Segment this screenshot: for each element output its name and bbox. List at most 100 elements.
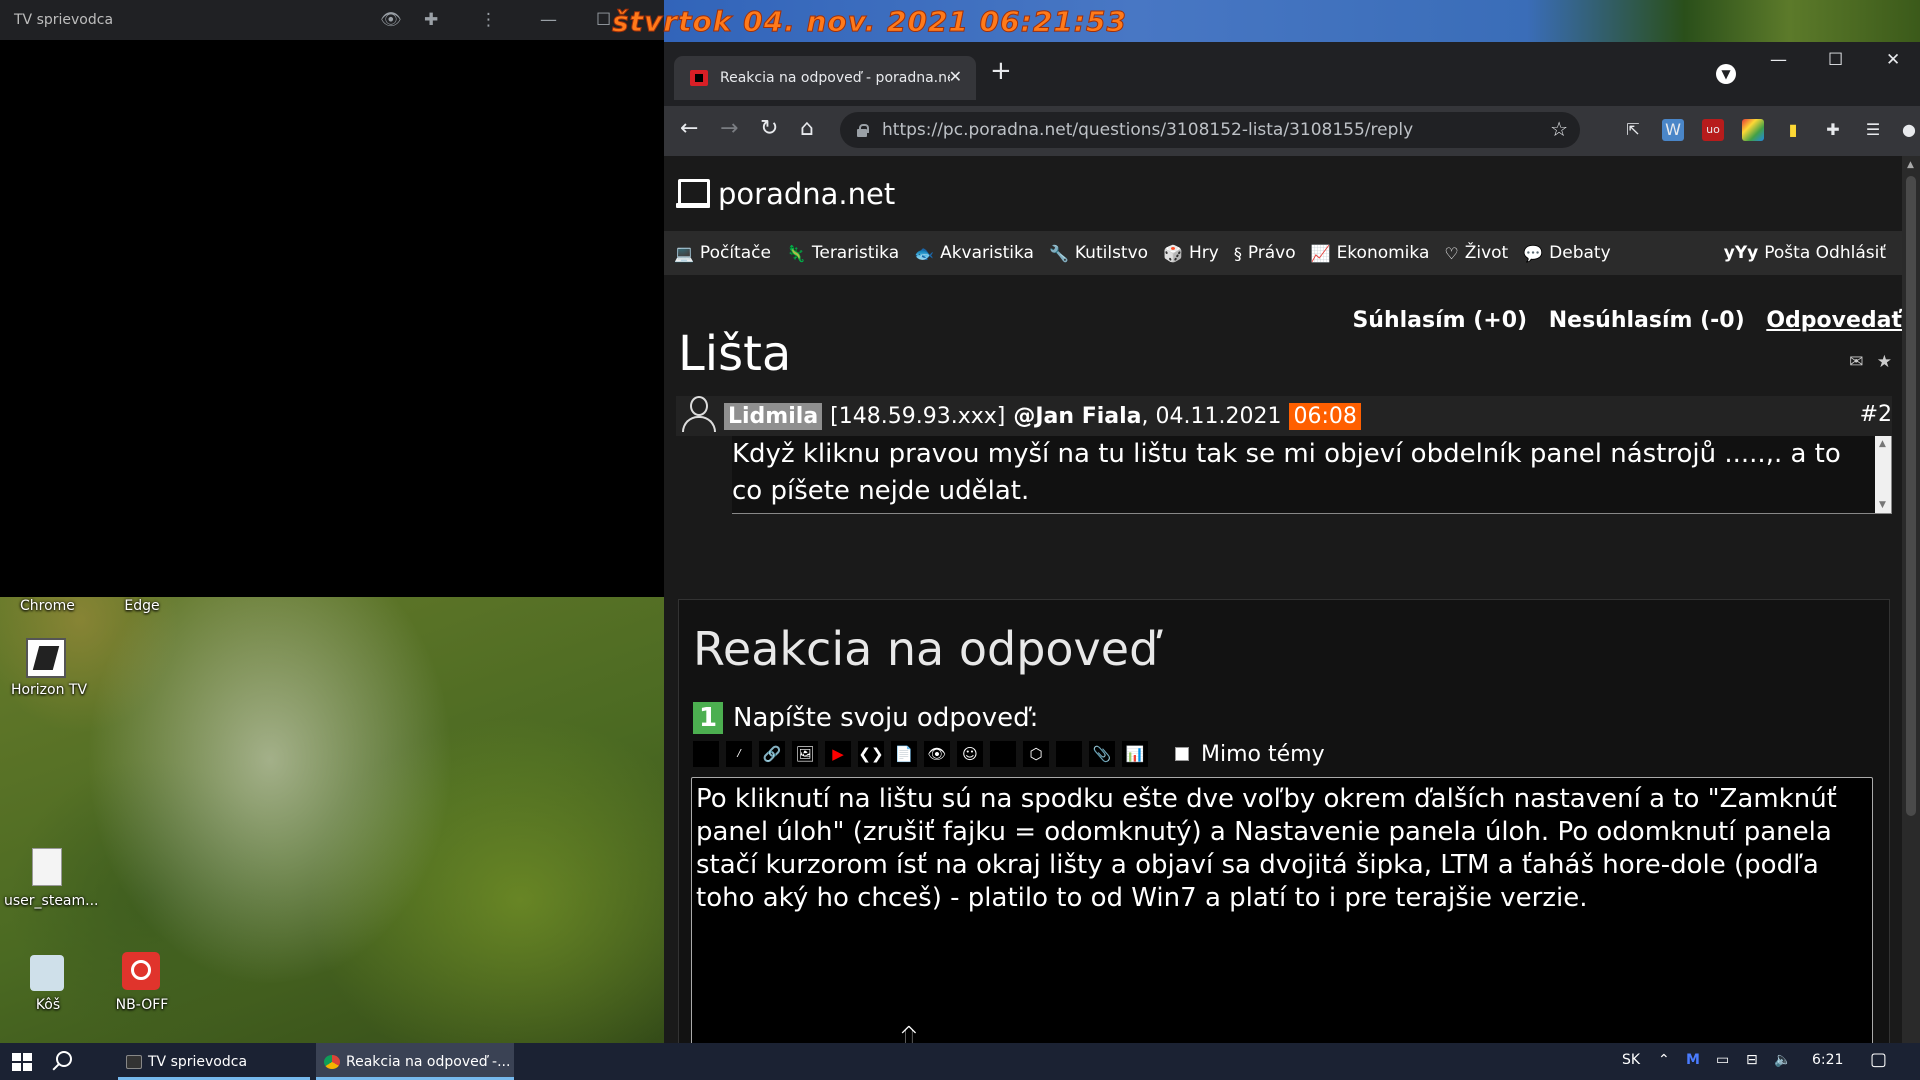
windows-start-icon[interactable]	[12, 1053, 32, 1071]
nav-item-kutilstvo[interactable]: 🔧 Kutilstvo	[1049, 243, 1148, 263]
avatar[interactable]	[676, 392, 724, 440]
horizon-tv-icon[interactable]	[26, 638, 66, 678]
maximize-icon[interactable]: ☐	[1828, 50, 1843, 70]
browser-window[interactable]: Reakcia na odpoveď - poradna.net ✕ + ▼ —…	[664, 42, 1920, 1043]
search-icon[interactable]	[56, 1051, 72, 1067]
smiley-icon[interactable]: ☺	[957, 741, 983, 767]
image-icon[interactable]: 🖼	[792, 741, 818, 767]
menu-dots-icon[interactable]: ⋮	[480, 10, 497, 30]
reply-to-user[interactable]: @Jan Fiala	[1013, 404, 1141, 429]
new-tab-button[interactable]: +	[990, 56, 1012, 86]
page-scrollbar[interactable]: ▲	[1902, 156, 1920, 1043]
close-window-icon[interactable]: ✕	[1886, 50, 1900, 70]
cube-icon[interactable]: ⬡	[1023, 741, 1049, 767]
disagree-button[interactable]: Nesúhlasím (-0)	[1549, 308, 1745, 333]
scroll-up-icon[interactable]: ▲	[1907, 160, 1914, 170]
bookmark-extension-icon[interactable]: ▮	[1782, 119, 1804, 141]
tab-active[interactable]: Reakcia na odpoveď - poradna.net ✕	[674, 56, 976, 100]
text-file-icon[interactable]	[32, 848, 62, 886]
italic-icon[interactable]: /	[726, 741, 752, 767]
minimize-icon[interactable]: —	[1770, 50, 1787, 70]
profile-download-icon[interactable]: ▼	[1716, 64, 1736, 84]
nav-item-debaty[interactable]: 💬 Debaty	[1523, 243, 1610, 263]
desktop-horizon-label[interactable]: Horizon TV	[6, 682, 92, 698]
eye-icon[interactable]: 👁	[380, 10, 402, 30]
nav-item-hry[interactable]: 🎲 Hry	[1163, 243, 1219, 263]
logout-link[interactable]: Odhlásiť	[1816, 243, 1886, 263]
minimize-icon[interactable]: —	[540, 10, 557, 30]
agree-button[interactable]: Súhlasím (+0)	[1352, 308, 1527, 333]
nav-item-pocitace[interactable]: 💻 Počítače	[674, 243, 771, 263]
color-picker-icon[interactable]	[1742, 119, 1764, 141]
desktop-chrome-label[interactable]: Chrome	[20, 598, 75, 614]
taskbar-item-tv-guide[interactable]: TV sprievodca	[118, 1043, 310, 1080]
offtopic-option[interactable]: Mimo témy	[1175, 742, 1325, 767]
attachment-icon[interactable]: 📎	[1089, 741, 1115, 767]
back-icon[interactable]: ←	[680, 116, 698, 141]
nav-item-pravo[interactable]: § Právo	[1234, 243, 1296, 263]
profile-icon[interactable]: ●	[1898, 119, 1920, 141]
power-off-icon[interactable]	[122, 952, 160, 990]
address-bar[interactable]: https://pc.poradna.net/questions/3108152…	[840, 112, 1580, 148]
desktop-edge-label[interactable]: Edge	[118, 598, 166, 614]
poll-chart-icon[interactable]: 📊	[1122, 741, 1148, 767]
forward-icon[interactable]: →	[720, 116, 738, 141]
favorite-star-icon[interactable]: ★	[1877, 352, 1892, 372]
document-icon[interactable]: 📄	[891, 741, 917, 767]
recycle-bin-icon[interactable]	[30, 955, 64, 991]
network-icon[interactable]: ⊟	[1746, 1052, 1758, 1068]
link-icon[interactable]: 🔗	[759, 741, 785, 767]
reply-textarea[interactable]: Po kliknutí na lištu sú na spodku ešte d…	[691, 777, 1873, 1043]
reply-link[interactable]: Odpovedať	[1766, 308, 1902, 333]
code-icon[interactable]: ❮❯	[858, 741, 884, 767]
blank-button[interactable]	[1056, 741, 1082, 767]
tv-guide-window[interactable]: TV sprievodca 👁 ✚ ⋮ — ☐	[0, 0, 664, 597]
youtube-icon[interactable]: ▶	[825, 741, 851, 767]
reload-icon[interactable]: ↻	[760, 116, 778, 141]
maximize-icon[interactable]: ☐	[596, 10, 611, 30]
username-link[interactable]: yYy	[1724, 243, 1758, 263]
chevron-up-icon[interactable]: ⌃	[1658, 1052, 1670, 1068]
volume-icon[interactable]: 🔈	[1774, 1052, 1791, 1068]
url-text[interactable]: https://pc.poradna.net/questions/3108152…	[882, 120, 1413, 140]
home-icon[interactable]: ⌂	[800, 116, 814, 141]
nav-item-ekonomika[interactable]: 📈 Ekonomika	[1311, 243, 1430, 263]
taskbar-clock[interactable]: 6:21	[1812, 1052, 1843, 1068]
ublock-icon[interactable]: uo	[1702, 119, 1724, 141]
post-text: Když kliknu pravou myší na tu lištu tak …	[732, 439, 1841, 506]
extension-cursor-icon[interactable]: ⇱	[1622, 119, 1644, 141]
computer-logo-icon[interactable]	[676, 178, 710, 209]
bookmark-star-icon[interactable]: ☆	[1550, 117, 1568, 141]
envelope-icon[interactable]: ✉	[1849, 352, 1863, 372]
malwarebytes-icon[interactable]: M	[1686, 1052, 1700, 1068]
nav-item-zivot[interactable]: ♡ Život	[1444, 243, 1508, 263]
battery-icon[interactable]: ▭	[1716, 1052, 1729, 1068]
nav-item-akvaristika[interactable]: 🐟 Akvaristika	[914, 243, 1034, 263]
spoiler-icon[interactable]: 👁	[924, 741, 950, 767]
taskbar-item-chrome[interactable]: Reakcia na odpoveď -...	[316, 1043, 514, 1080]
lock-icon[interactable]	[856, 123, 869, 137]
scrollbar-thumb[interactable]	[1906, 176, 1916, 816]
language-indicator[interactable]: SK	[1622, 1052, 1640, 1068]
post-body[interactable]: Když kliknu pravou myší na tu lištu tak …	[732, 436, 1892, 514]
puzzle-icon[interactable]: ✚	[424, 10, 438, 30]
notifications-icon[interactable]: ▢	[1870, 1049, 1887, 1070]
nav-item-teraristika[interactable]: 🦎 Teraristika	[786, 243, 899, 263]
desktop-user-steam-label[interactable]: user_steam...	[4, 893, 99, 909]
site-name[interactable]: poradna.net	[718, 177, 895, 211]
desktop-nb-off-label[interactable]: NB-OFF	[114, 997, 170, 1013]
reply-form-title: Reakcia na odpoveď	[693, 622, 1159, 676]
reading-list-icon[interactable]: ☰	[1862, 119, 1884, 141]
tab-strip[interactable]: Reakcia na odpoveď - poradna.net ✕ + ▼ —…	[664, 42, 1920, 106]
offtopic-checkbox[interactable]	[1175, 747, 1189, 761]
post-scrollbar[interactable]: ▲ ▼	[1875, 436, 1891, 513]
post-number[interactable]: #2	[1860, 402, 1892, 427]
extensions-puzzle-icon[interactable]: ✚	[1822, 119, 1844, 141]
tv-guide-titlebar[interactable]: TV sprievodca 👁 ✚ ⋮ — ☐	[0, 0, 664, 40]
extension-translate-icon[interactable]: W	[1662, 119, 1684, 141]
author-name[interactable]: Lidmila	[724, 402, 823, 430]
bold-icon[interactable]	[693, 741, 719, 767]
tab-close-icon[interactable]: ✕	[949, 67, 962, 86]
mail-link[interactable]: Pošta	[1764, 243, 1810, 263]
desktop-kos-label[interactable]: Kôš	[30, 997, 66, 1013]
